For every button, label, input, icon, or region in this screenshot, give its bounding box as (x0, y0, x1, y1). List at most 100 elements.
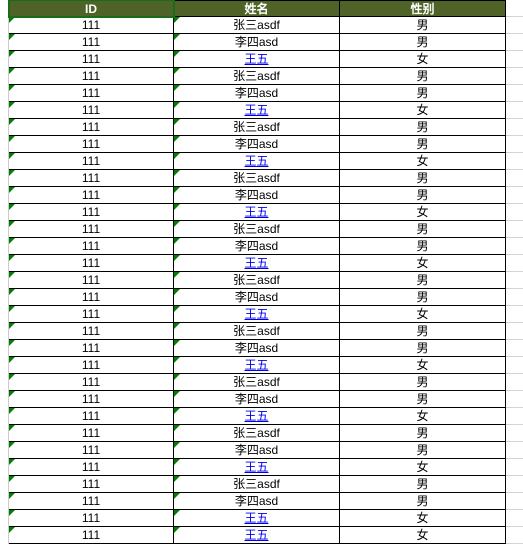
cell-gender[interactable]: 男 (340, 493, 506, 510)
trailing-cell[interactable] (506, 476, 523, 493)
trailing-cell[interactable] (506, 51, 523, 68)
cell-name[interactable]: 李四asd (174, 289, 340, 306)
cell-id[interactable]: 111 (9, 442, 174, 459)
cell-gender[interactable]: 男 (340, 442, 506, 459)
cell-gender[interactable]: 男 (340, 391, 506, 408)
cell-id[interactable]: 111 (9, 85, 174, 102)
trailing-cell[interactable] (506, 34, 523, 51)
trailing-cell[interactable] (506, 85, 523, 102)
cell-id[interactable]: 111 (9, 340, 174, 357)
cell-id[interactable]: 111 (9, 170, 174, 187)
cell-id[interactable]: 111 (9, 425, 174, 442)
cell-id[interactable]: 111 (9, 221, 174, 238)
cell-name[interactable]: 王五 (174, 527, 340, 544)
cell-name[interactable]: 李四asd (174, 493, 340, 510)
trailing-cell[interactable] (506, 136, 523, 153)
trailing-cell[interactable] (506, 510, 523, 527)
cell-gender[interactable]: 男 (340, 221, 506, 238)
cell-name[interactable]: 王五 (174, 510, 340, 527)
header-name[interactable]: 姓名 (174, 0, 340, 17)
trailing-cell[interactable] (506, 17, 523, 34)
cell-id[interactable]: 111 (9, 459, 174, 476)
cell-id[interactable]: 111 (9, 34, 174, 51)
trailing-cell[interactable] (506, 357, 523, 374)
cell-gender[interactable]: 男 (340, 68, 506, 85)
cell-name[interactable]: 王五 (174, 204, 340, 221)
cell-name[interactable]: 王五 (174, 255, 340, 272)
cell-gender[interactable]: 男 (340, 170, 506, 187)
cell-id[interactable]: 111 (9, 255, 174, 272)
cell-name[interactable]: 张三asdf (174, 425, 340, 442)
cell-gender[interactable]: 男 (340, 238, 506, 255)
cell-name[interactable]: 王五 (174, 102, 340, 119)
cell-name[interactable]: 张三asdf (174, 170, 340, 187)
cell-id[interactable]: 111 (9, 527, 174, 544)
cell-id[interactable]: 111 (9, 391, 174, 408)
cell-id[interactable]: 111 (9, 204, 174, 221)
cell-id[interactable]: 111 (9, 510, 174, 527)
cell-name[interactable]: 李四asd (174, 442, 340, 459)
cell-name[interactable]: 李四asd (174, 340, 340, 357)
cell-name[interactable]: 王五 (174, 408, 340, 425)
trailing-cell[interactable] (506, 391, 523, 408)
cell-id[interactable]: 111 (9, 238, 174, 255)
trailing-cell[interactable] (506, 527, 523, 544)
cell-id[interactable]: 111 (9, 357, 174, 374)
cell-gender[interactable]: 女 (340, 510, 506, 527)
cell-id[interactable]: 111 (9, 476, 174, 493)
cell-name[interactable]: 李四asd (174, 391, 340, 408)
cell-id[interactable]: 111 (9, 187, 174, 204)
cell-gender[interactable]: 男 (340, 272, 506, 289)
cell-gender[interactable]: 女 (340, 408, 506, 425)
cell-gender[interactable]: 男 (340, 119, 506, 136)
cell-id[interactable]: 111 (9, 323, 174, 340)
cell-id[interactable]: 111 (9, 136, 174, 153)
cell-id[interactable]: 111 (9, 374, 174, 391)
trailing-cell[interactable] (506, 459, 523, 476)
cell-name[interactable]: 张三asdf (174, 17, 340, 34)
cell-id[interactable]: 111 (9, 68, 174, 85)
cell-gender[interactable]: 男 (340, 340, 506, 357)
cell-id[interactable]: 111 (9, 493, 174, 510)
cell-name[interactable]: 王五 (174, 357, 340, 374)
cell-id[interactable]: 111 (9, 102, 174, 119)
trailing-cell[interactable] (506, 68, 523, 85)
cell-name[interactable]: 李四asd (174, 136, 340, 153)
trailing-cell[interactable] (506, 221, 523, 238)
trailing-cell[interactable] (506, 170, 523, 187)
cell-name[interactable]: 王五 (174, 51, 340, 68)
trailing-cell[interactable] (506, 153, 523, 170)
cell-name[interactable]: 王五 (174, 459, 340, 476)
cell-name[interactable]: 张三asdf (174, 119, 340, 136)
cell-gender[interactable]: 女 (340, 255, 506, 272)
cell-gender[interactable]: 男 (340, 17, 506, 34)
trailing-cell[interactable] (506, 102, 523, 119)
cell-gender[interactable]: 女 (340, 51, 506, 68)
trailing-cell[interactable] (506, 408, 523, 425)
cell-gender[interactable]: 女 (340, 357, 506, 374)
trailing-cell[interactable] (506, 425, 523, 442)
cell-gender[interactable]: 男 (340, 476, 506, 493)
cell-gender[interactable]: 男 (340, 323, 506, 340)
cell-id[interactable]: 111 (9, 408, 174, 425)
cell-gender[interactable]: 女 (340, 306, 506, 323)
cell-gender[interactable]: 男 (340, 85, 506, 102)
cell-id[interactable]: 111 (9, 289, 174, 306)
trailing-cell[interactable] (506, 442, 523, 459)
cell-id[interactable]: 111 (9, 153, 174, 170)
cell-name[interactable]: 李四asd (174, 238, 340, 255)
trailing-cell[interactable] (506, 340, 523, 357)
cell-name[interactable]: 李四asd (174, 187, 340, 204)
cell-name[interactable]: 李四asd (174, 34, 340, 51)
cell-gender[interactable]: 女 (340, 204, 506, 221)
header-id[interactable]: ID (9, 0, 174, 17)
trailing-cell[interactable] (506, 119, 523, 136)
trailing-cell[interactable] (506, 374, 523, 391)
trailing-cell[interactable] (506, 493, 523, 510)
trailing-cell[interactable] (506, 306, 523, 323)
cell-name[interactable]: 李四asd (174, 85, 340, 102)
cell-gender[interactable]: 男 (340, 187, 506, 204)
cell-gender[interactable]: 女 (340, 527, 506, 544)
header-gender[interactable]: 性别 (340, 0, 506, 17)
cell-gender[interactable]: 男 (340, 136, 506, 153)
